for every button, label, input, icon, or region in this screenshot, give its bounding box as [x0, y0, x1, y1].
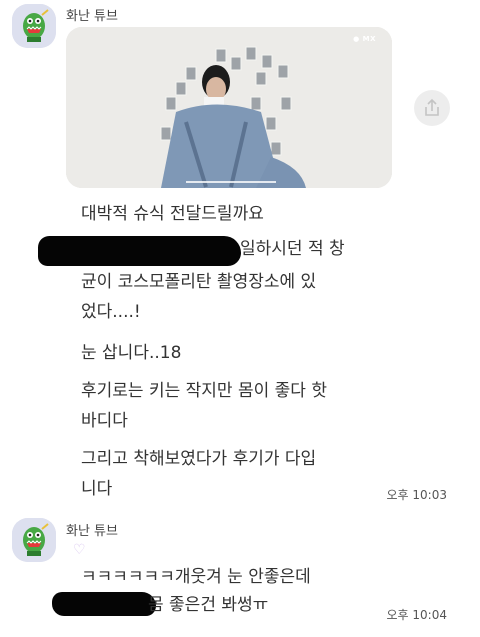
share-icon — [425, 98, 439, 116]
reaction-heart-icon[interactable]: ♡ — [73, 542, 86, 558]
share-button[interactable] — [414, 90, 450, 126]
sender-avatar[interactable] — [12, 4, 56, 48]
message-line: 대박적 슈식 전달드릴까요 — [81, 204, 264, 224]
message-line: 몸 좋은건 봐썽ㅠ — [148, 595, 269, 615]
message-line: 었다....! — [81, 302, 141, 322]
message-line: 일하시던 적 창 — [240, 239, 345, 259]
message-line: 후기로는 키는 작지만 몸이 좋다 핫 — [81, 381, 327, 401]
video-thumbnail — [66, 27, 392, 188]
crocodile-avatar-icon — [12, 518, 56, 562]
sender-name: 화난 튜브 — [66, 9, 118, 24]
message-timestamp: 오후 10:04 — [386, 608, 447, 622]
message-line: 그리고 착해보였다가 후기가 다입 — [81, 449, 317, 469]
message-line: 니다 — [81, 479, 113, 499]
crocodile-avatar-icon — [12, 4, 56, 48]
message-line: 눈 삽니다..18 — [81, 343, 182, 363]
message-timestamp: 오후 10:03 — [386, 488, 447, 502]
video-attachment[interactable]: ● MX — [66, 27, 392, 188]
sender-name: 화난 튜브 — [66, 524, 118, 539]
message-line: 균이 코스모폴리탄 촬영장소에 있 — [81, 272, 317, 292]
redaction-mark — [38, 236, 241, 266]
redaction-mark — [52, 592, 156, 616]
video-badge: ● MX — [353, 35, 376, 43]
message-line: 바디다 — [81, 411, 128, 431]
sender-avatar[interactable] — [12, 518, 56, 562]
